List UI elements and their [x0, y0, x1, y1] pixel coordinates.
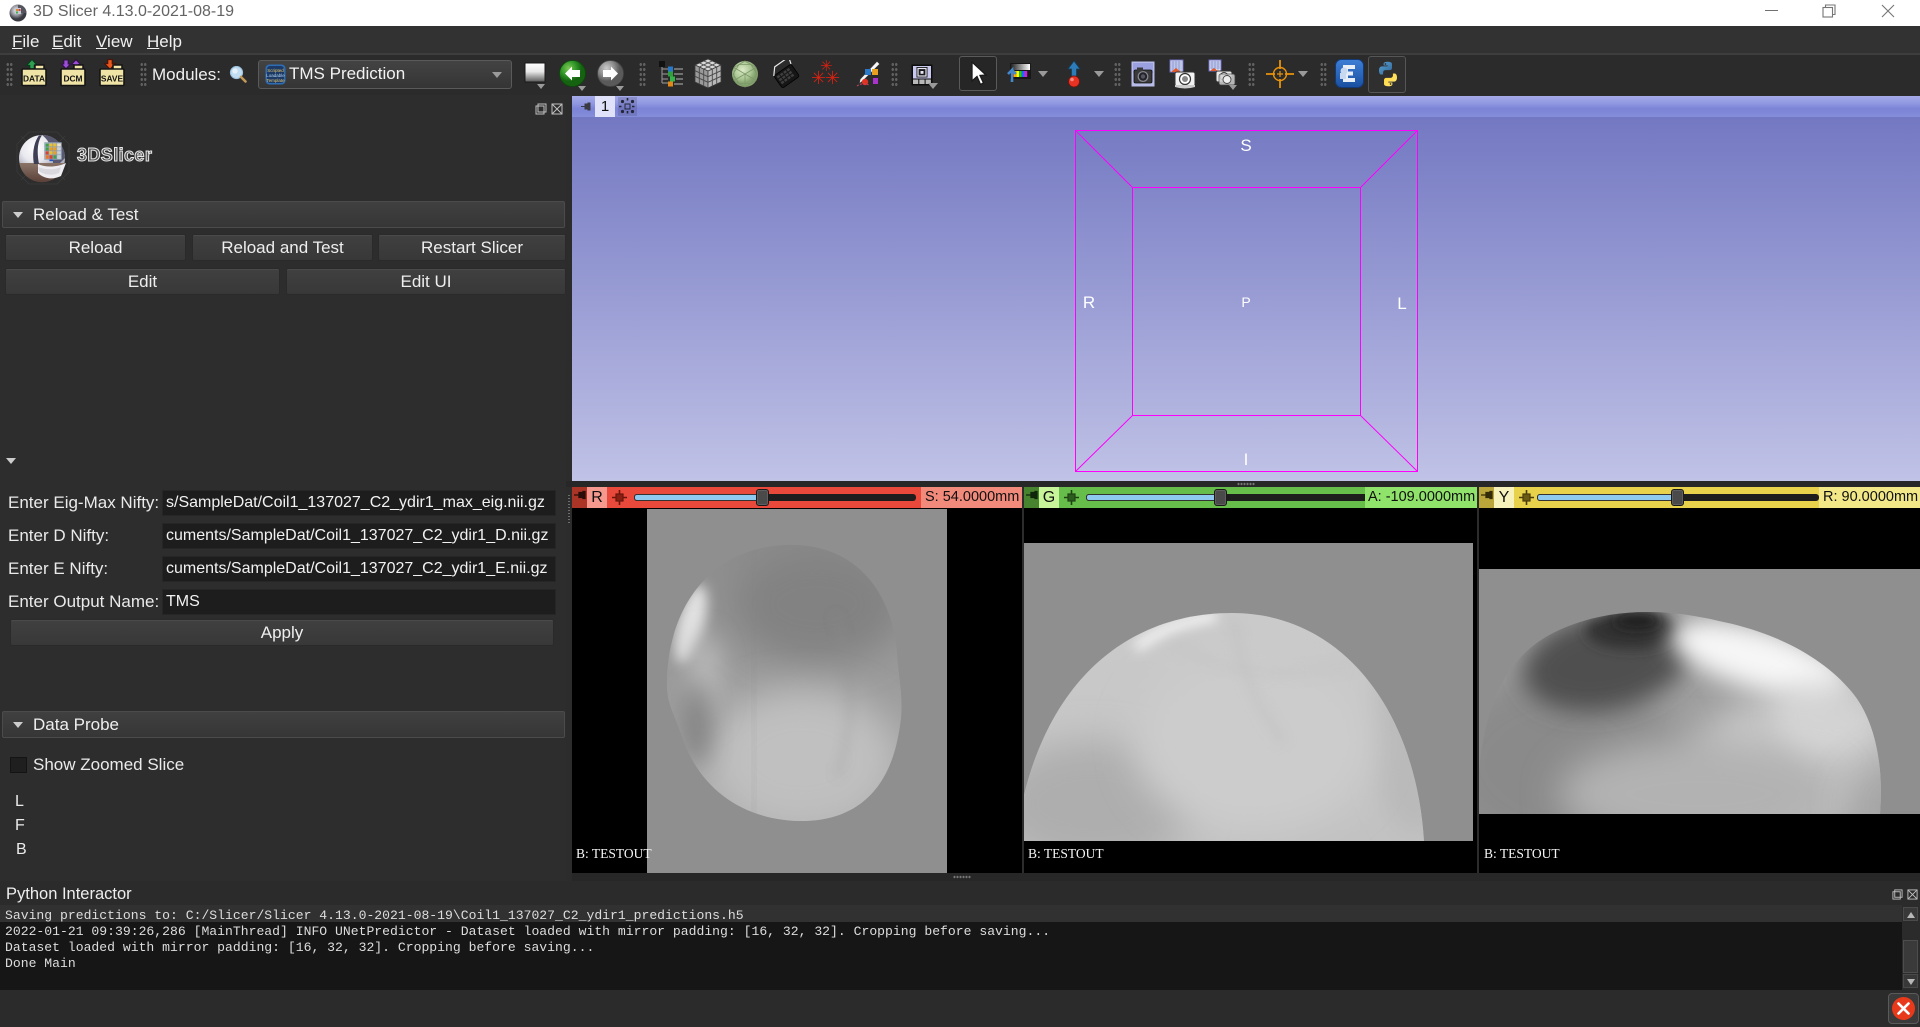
- svg-text:I: I: [1244, 450, 1249, 469]
- svg-text:R: R: [1083, 293, 1095, 312]
- svg-text:S: S: [1240, 136, 1251, 155]
- svg-text:SAVE: SAVE: [101, 74, 124, 84]
- svg-text:L: L: [1397, 294, 1406, 313]
- svg-text:DATA: DATA: [23, 74, 45, 84]
- svg-text:Template: Template: [266, 78, 285, 83]
- svg-text:P: P: [1241, 294, 1250, 310]
- svg-text:DCM: DCM: [63, 74, 82, 84]
